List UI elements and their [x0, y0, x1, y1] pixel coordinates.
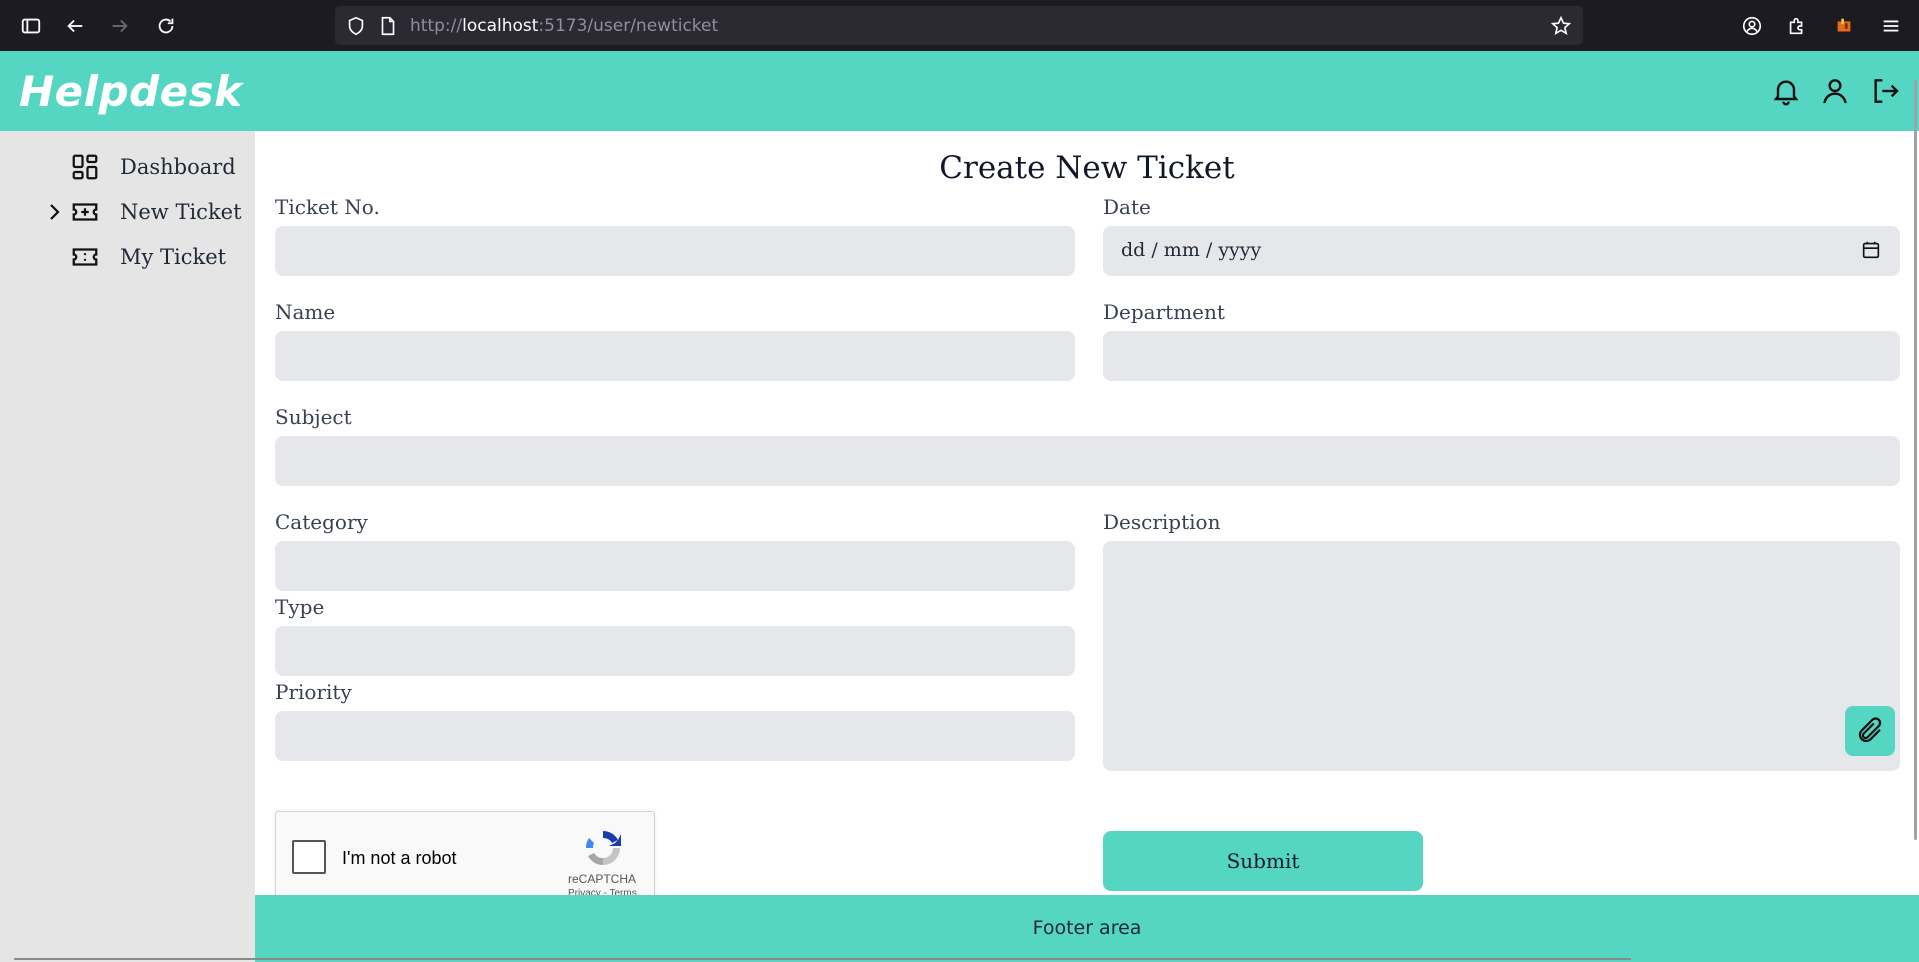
priority-label: Priority — [275, 680, 352, 704]
name-label: Name — [275, 300, 336, 324]
category-label: Category — [275, 510, 368, 534]
recaptcha-label: I'm not a robot — [342, 848, 457, 868]
sidebar-item-dashboard[interactable]: Dashboard — [0, 147, 255, 187]
forward-icon[interactable] — [106, 12, 133, 39]
ticket-no-input[interactable] — [275, 226, 1075, 276]
page-icon[interactable] — [377, 15, 399, 37]
ticket-icon — [72, 248, 98, 266]
date-label: Date — [1103, 195, 1151, 219]
sidebar-item-label: My Ticket — [120, 245, 227, 269]
description-textarea[interactable] — [1103, 541, 1900, 771]
recaptcha-brand: reCAPTCHA — [568, 872, 637, 886]
vertical-scrollbar[interactable] — [1914, 80, 1917, 840]
sidebar-item-label: Dashboard — [120, 155, 236, 179]
url-bar[interactable]: http://localhost:5173/user/newticket — [335, 6, 1583, 45]
ticket-form: Create New Ticket Ticket No. Date dd / m… — [255, 131, 1919, 901]
recaptcha-logo-icon — [585, 831, 621, 865]
type-label: Type — [275, 595, 325, 619]
calendar-icon[interactable] — [1860, 239, 1882, 261]
ticket-no-label: Ticket No. — [275, 195, 380, 219]
attach-file-button[interactable] — [1845, 706, 1895, 756]
brand-logo[interactable]: Helpdesk — [19, 67, 243, 116]
description-label: Description — [1103, 510, 1221, 534]
account-icon[interactable] — [1738, 12, 1765, 39]
extension-fire-icon[interactable] — [1830, 12, 1857, 39]
sidebar: Dashboard New Ticket My Ticket — [0, 131, 255, 962]
shield-icon[interactable] — [345, 15, 367, 37]
dashboard-grid-icon — [72, 154, 98, 180]
date-placeholder: dd / mm / yyyy — [1121, 239, 1262, 261]
sidebar-item-my-ticket[interactable]: My Ticket — [0, 237, 255, 277]
subject-label: Subject — [275, 405, 352, 429]
department-input[interactable] — [1103, 331, 1900, 381]
submit-button[interactable]: Submit — [1103, 831, 1423, 891]
ticket-plus-icon — [72, 203, 98, 221]
extensions-icon[interactable] — [1783, 12, 1810, 39]
bell-icon[interactable] — [1770, 75, 1802, 107]
user-icon[interactable] — [1819, 75, 1851, 107]
url-text[interactable]: http://localhost:5173/user/newticket — [410, 16, 718, 36]
sidebar-toggle-icon[interactable] — [17, 12, 44, 39]
date-input[interactable]: dd / mm / yyyy — [1103, 226, 1900, 276]
department-label: Department — [1103, 300, 1225, 324]
paperclip-icon — [1858, 717, 1882, 743]
sidebar-item-label: New Ticket — [120, 200, 242, 224]
name-input[interactable] — [275, 331, 1075, 381]
browser-toolbar: http://localhost:5173/user/newticket — [0, 0, 1919, 51]
bookmark-star-icon[interactable] — [1550, 15, 1572, 37]
recaptcha-widget: I'm not a robot reCAPTCHA Privacy - Term… — [275, 811, 655, 901]
recaptcha-checkbox[interactable] — [292, 840, 326, 874]
page-title: Create New Ticket — [939, 150, 1235, 186]
logout-icon[interactable] — [1869, 75, 1901, 107]
type-input[interactable] — [275, 626, 1075, 676]
menu-icon[interactable] — [1877, 12, 1904, 39]
reload-icon[interactable] — [152, 12, 179, 39]
horizontal-scrollbar[interactable] — [14, 958, 1631, 960]
chevron-right-icon — [50, 204, 60, 220]
back-icon[interactable] — [61, 12, 88, 39]
priority-input[interactable] — [275, 711, 1075, 761]
subject-input[interactable] — [275, 436, 1900, 486]
app-header: Helpdesk — [0, 51, 1919, 131]
footer-text: Footer area — [1032, 917, 1142, 939]
category-input[interactable] — [275, 541, 1075, 591]
sidebar-item-new-ticket[interactable]: New Ticket — [0, 192, 255, 232]
footer: Footer area — [255, 895, 1919, 962]
